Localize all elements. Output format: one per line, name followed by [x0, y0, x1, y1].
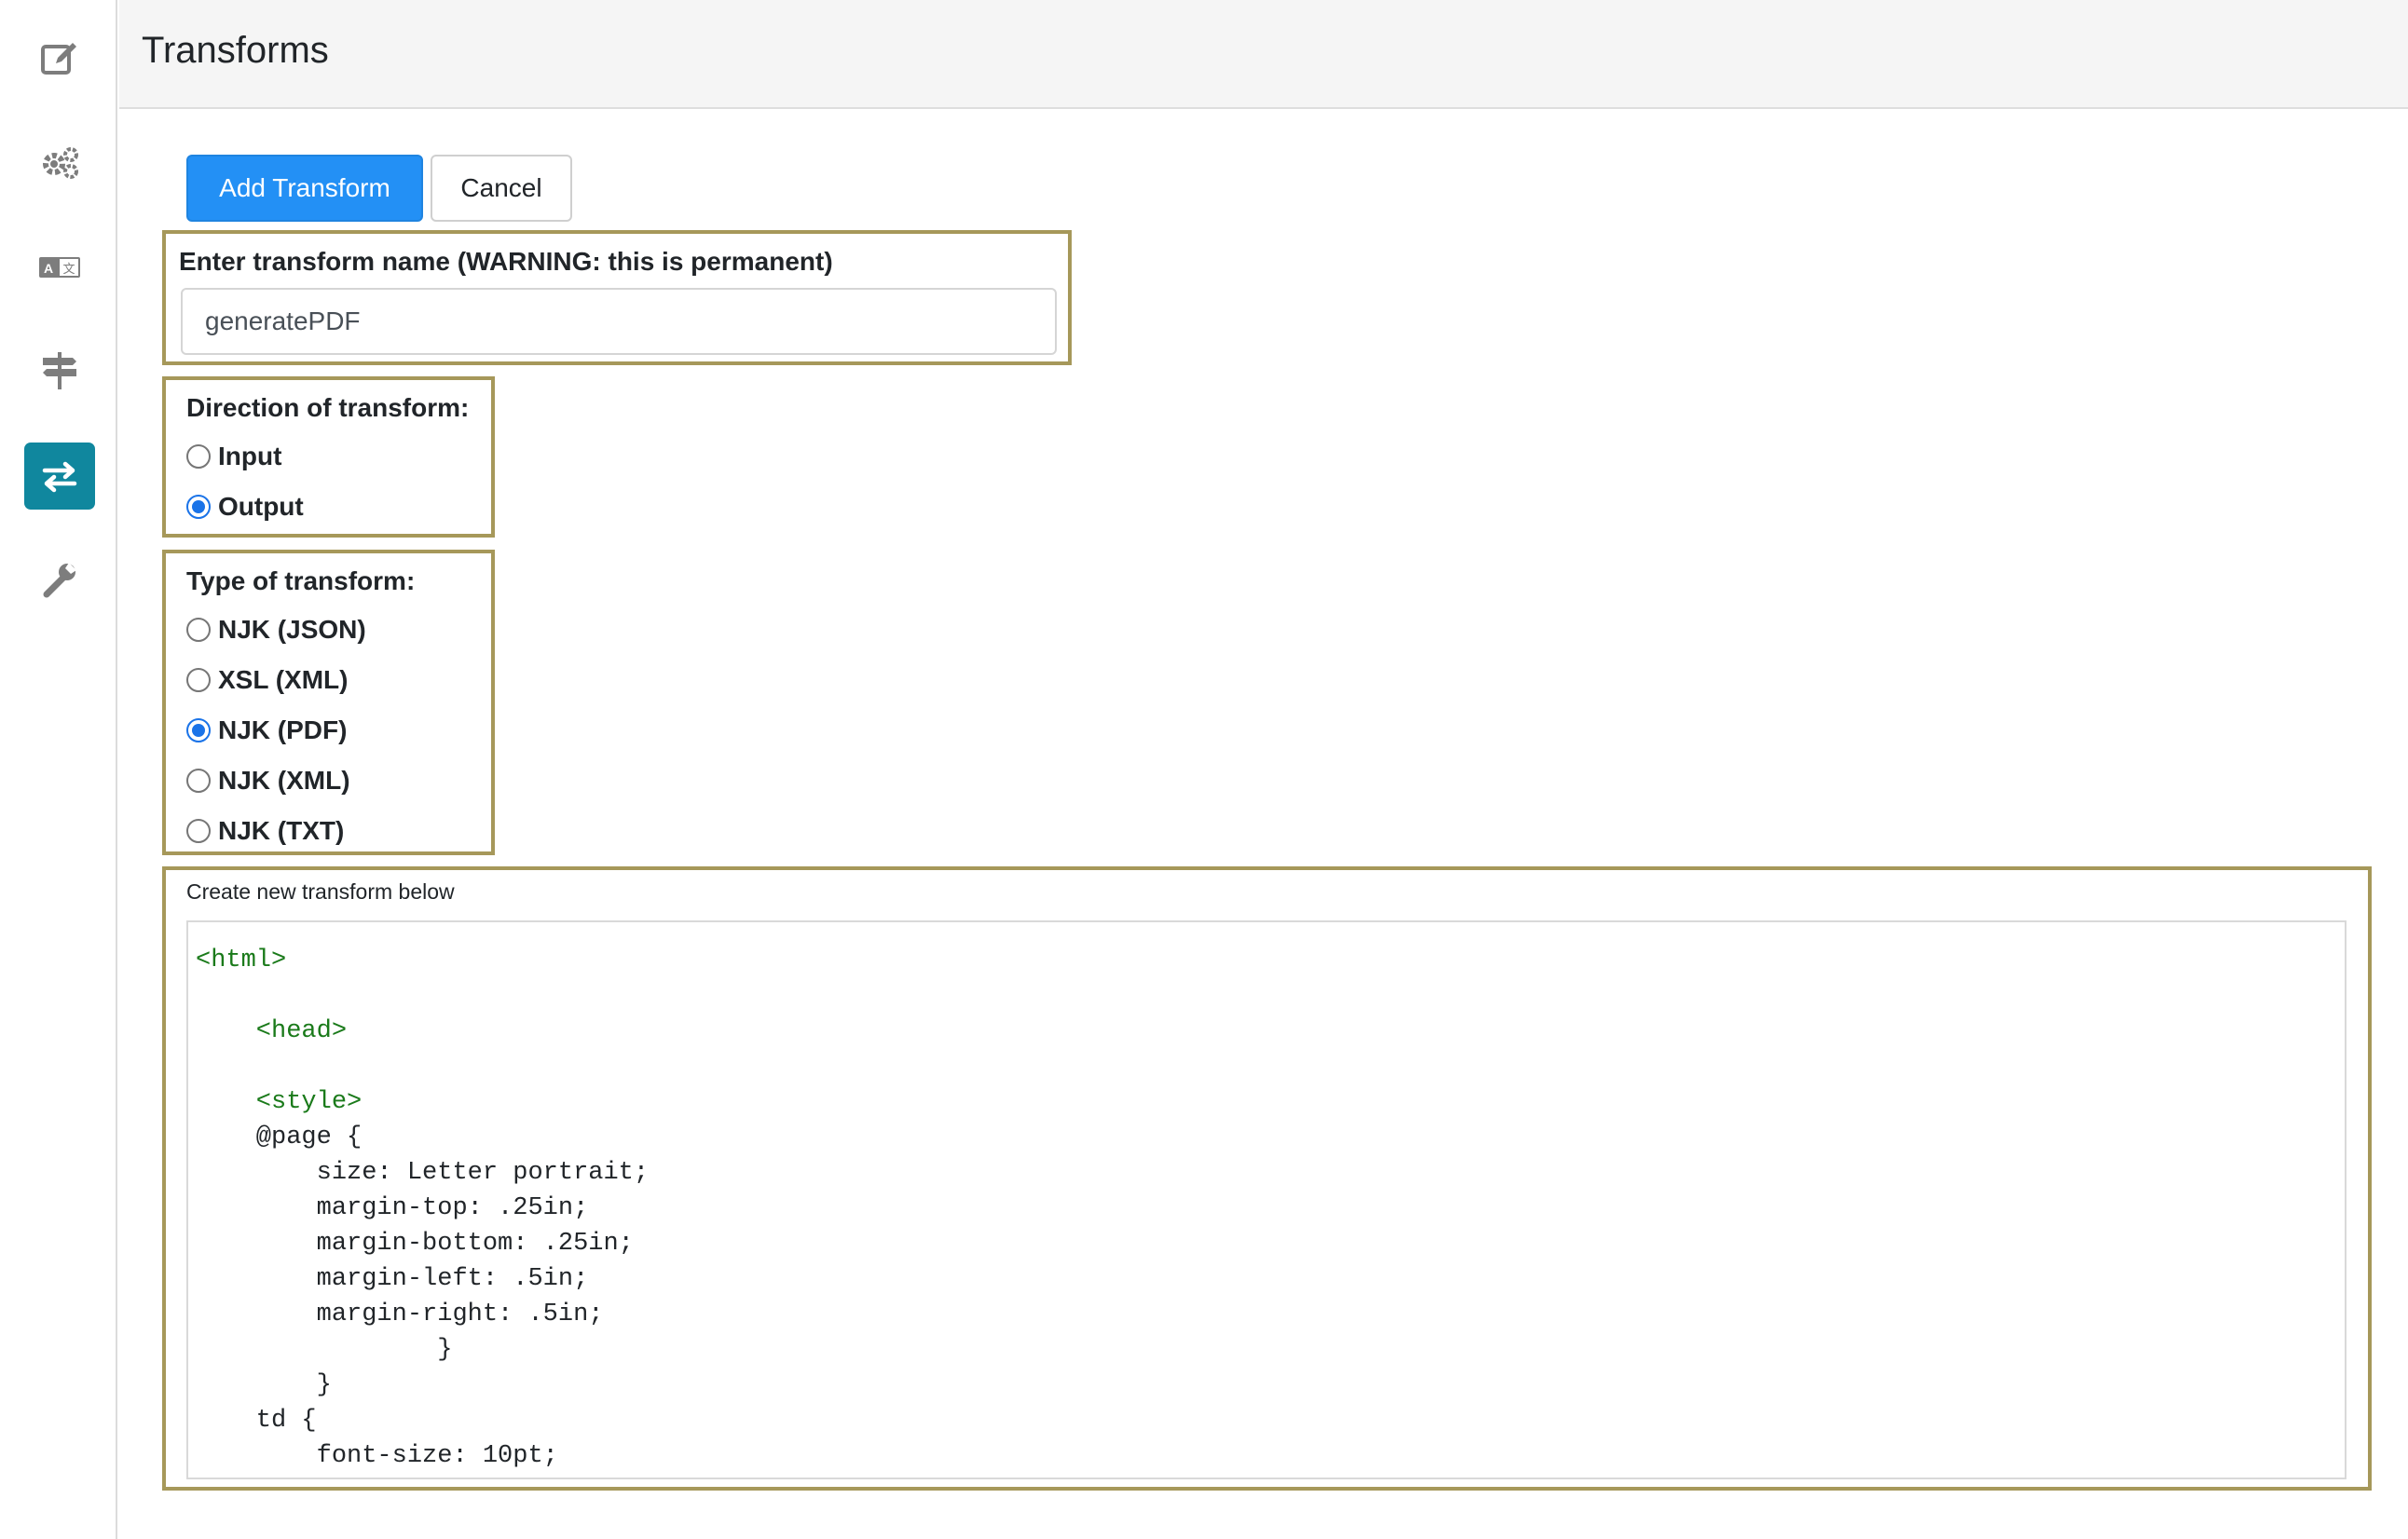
direction-output-label: Output	[218, 492, 304, 521]
code-line: <head>	[196, 1017, 348, 1045]
gears-icon	[43, 147, 78, 179]
transform-name-label: Enter transform name (WARNING: this is p…	[179, 247, 833, 276]
type-xsl-xml-radio[interactable]	[186, 668, 211, 692]
app-window: A 文 Transforms Add Transform Cancel Ente…	[0, 0, 2408, 1539]
signpost-icon	[43, 352, 76, 389]
code-group: Create new transform below <html> <head>…	[162, 866, 2372, 1491]
type-group: Type of transform: NJK (JSON) XSL (XML) …	[162, 550, 495, 855]
edit-icon	[41, 43, 76, 75]
type-option-njk-txt[interactable]: NJK (TXT)	[186, 816, 344, 846]
type-option-njk-pdf[interactable]: NJK (PDF)	[186, 715, 347, 745]
direction-input-label: Input	[218, 442, 282, 470]
direction-input-radio[interactable]	[186, 444, 211, 469]
code-line: margin-left: .5in;	[196, 1265, 589, 1293]
code-line: margin-bottom: .25in;	[196, 1230, 634, 1258]
code-lines: <html> <head> <style> @page { size: Lett…	[196, 943, 649, 1474]
code-editor[interactable]: <html> <head> <style> @page { size: Lett…	[186, 920, 2346, 1479]
code-line: <html>	[196, 947, 287, 974]
type-njk-xml-label: NJK (XML)	[218, 766, 350, 795]
add-transform-button[interactable]: Add Transform	[186, 155, 423, 222]
code-line: size: Letter portrait;	[196, 1159, 650, 1187]
direction-group: Direction of transform: Input Output	[162, 376, 495, 538]
type-xsl-xml-label: XSL (XML)	[218, 665, 349, 694]
type-label: Type of transform:	[186, 566, 416, 595]
type-option-njk-json[interactable]: NJK (JSON)	[186, 615, 366, 645]
transform-name-group: Enter transform name (WARNING: this is p…	[162, 230, 1072, 365]
wrench-icon	[43, 563, 76, 598]
type-option-njk-xml[interactable]: NJK (XML)	[186, 766, 350, 796]
cancel-button[interactable]: Cancel	[431, 155, 572, 222]
sidebar-item-settings[interactable]	[24, 129, 95, 196]
type-njk-json-label: NJK (JSON)	[218, 615, 366, 644]
sidebar-item-tools[interactable]	[24, 546, 95, 613]
sidebar-item-transforms[interactable]	[24, 443, 95, 510]
sidebar: A 文	[0, 0, 117, 1539]
svg-text:文: 文	[62, 263, 75, 277]
transform-name-input[interactable]	[181, 288, 1057, 355]
direction-label: Direction of transform:	[186, 393, 470, 422]
exchange-arrows-icon	[42, 461, 77, 493]
direction-option-output[interactable]: Output	[186, 492, 304, 522]
code-line: @page {	[196, 1124, 363, 1151]
type-njk-txt-radio[interactable]	[186, 819, 211, 843]
direction-output-radio[interactable]	[186, 495, 211, 519]
code-line: }	[196, 1371, 332, 1399]
sidebar-item-translate[interactable]: A 文	[24, 233, 95, 300]
type-njk-json-radio[interactable]	[186, 618, 211, 642]
code-caption: Create new transform below	[186, 879, 455, 904]
type-njk-xml-radio[interactable]	[186, 769, 211, 793]
code-line: <style>	[196, 1088, 363, 1116]
direction-option-input[interactable]: Input	[186, 442, 281, 471]
code-line: margin-top: .25in;	[196, 1194, 589, 1222]
type-njk-txt-label: NJK (TXT)	[218, 816, 345, 845]
code-line: td {	[196, 1407, 317, 1435]
code-line: font-size: 10pt;	[196, 1442, 558, 1470]
type-njk-pdf-radio[interactable]	[186, 718, 211, 742]
translate-icon: A 文	[39, 257, 80, 278]
page-title: Transforms	[142, 30, 329, 71]
sidebar-item-edit[interactable]	[24, 24, 95, 91]
page-header: Transforms	[119, 0, 2408, 109]
type-option-xsl-xml[interactable]: XSL (XML)	[186, 665, 348, 695]
type-njk-pdf-label: NJK (PDF)	[218, 715, 348, 744]
sidebar-item-routing[interactable]	[24, 337, 95, 404]
code-line: margin-right: .5in;	[196, 1301, 604, 1328]
svg-text:A: A	[44, 261, 53, 276]
code-line: }	[196, 1336, 453, 1364]
